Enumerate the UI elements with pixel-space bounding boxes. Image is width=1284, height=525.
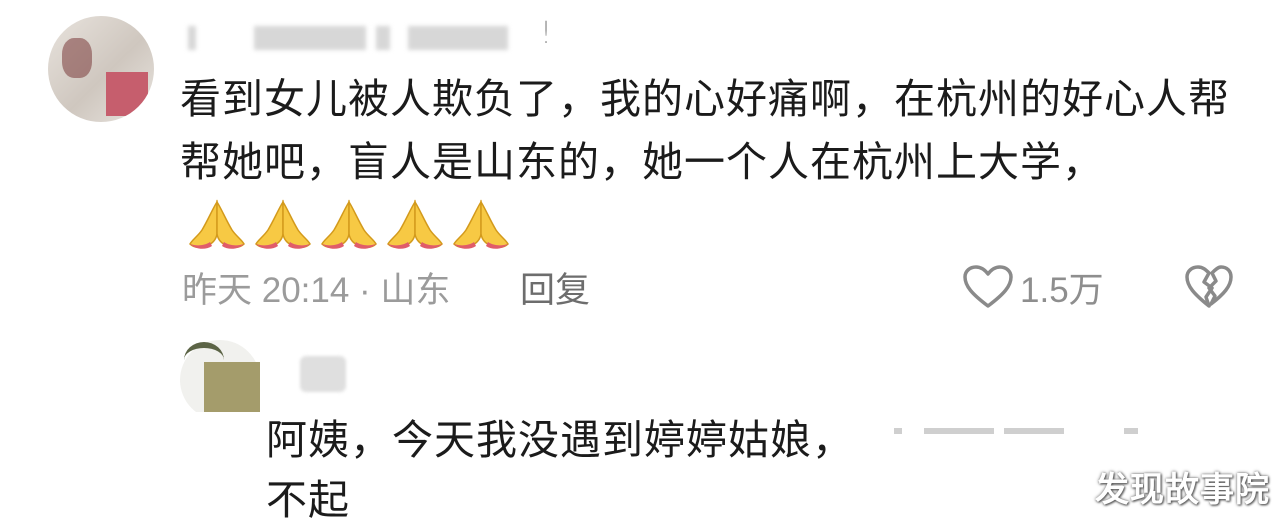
comment-meta: 昨天 20:14 · 山东	[182, 271, 451, 310]
folded-hands-icon	[321, 199, 377, 249]
reply-text-line2: 不起	[266, 476, 350, 524]
reply-avatar[interactable]	[180, 340, 260, 412]
reply-text-line1: 阿姨，今天我没遇到婷婷姑娘，	[266, 416, 854, 464]
reply-username-blurred[interactable]	[300, 356, 346, 392]
comment-thread: ! 看到女儿被人欺负了，我的心好痛啊，在杭州的好心人帮帮她吧，盲人是山东的，她一…	[0, 0, 1284, 525]
folded-hands-icon	[453, 199, 509, 249]
folded-hands-icon	[255, 199, 311, 249]
cropped-text	[854, 428, 1154, 458]
like-count: 1.5万	[1020, 271, 1104, 310]
reply-avatar-block	[204, 362, 260, 412]
username-blurred[interactable]	[188, 22, 528, 50]
username-suffix: !	[540, 16, 553, 51]
avatar-pattern	[62, 38, 92, 78]
reply-button[interactable]: 回复	[520, 262, 590, 313]
folded-hands-icon	[189, 199, 245, 249]
avatar[interactable]	[48, 16, 154, 122]
heart-icon[interactable]	[962, 264, 1014, 310]
watermark: 发现故事院	[1095, 470, 1270, 510]
avatar-block	[106, 72, 148, 116]
broken-heart-icon[interactable]	[1184, 264, 1234, 310]
comment-body: 看到女儿被人欺负了，我的心好痛啊，在杭州的好心人帮帮她吧，盲人是山东的，她一个人…	[180, 68, 1240, 260]
emoji-row	[180, 197, 510, 260]
folded-hands-icon	[387, 199, 443, 249]
comment-text: 看到女儿被人欺负了，我的心好痛啊，在杭州的好心人帮帮她吧，盲人是山东的，她一个人…	[180, 75, 1230, 186]
